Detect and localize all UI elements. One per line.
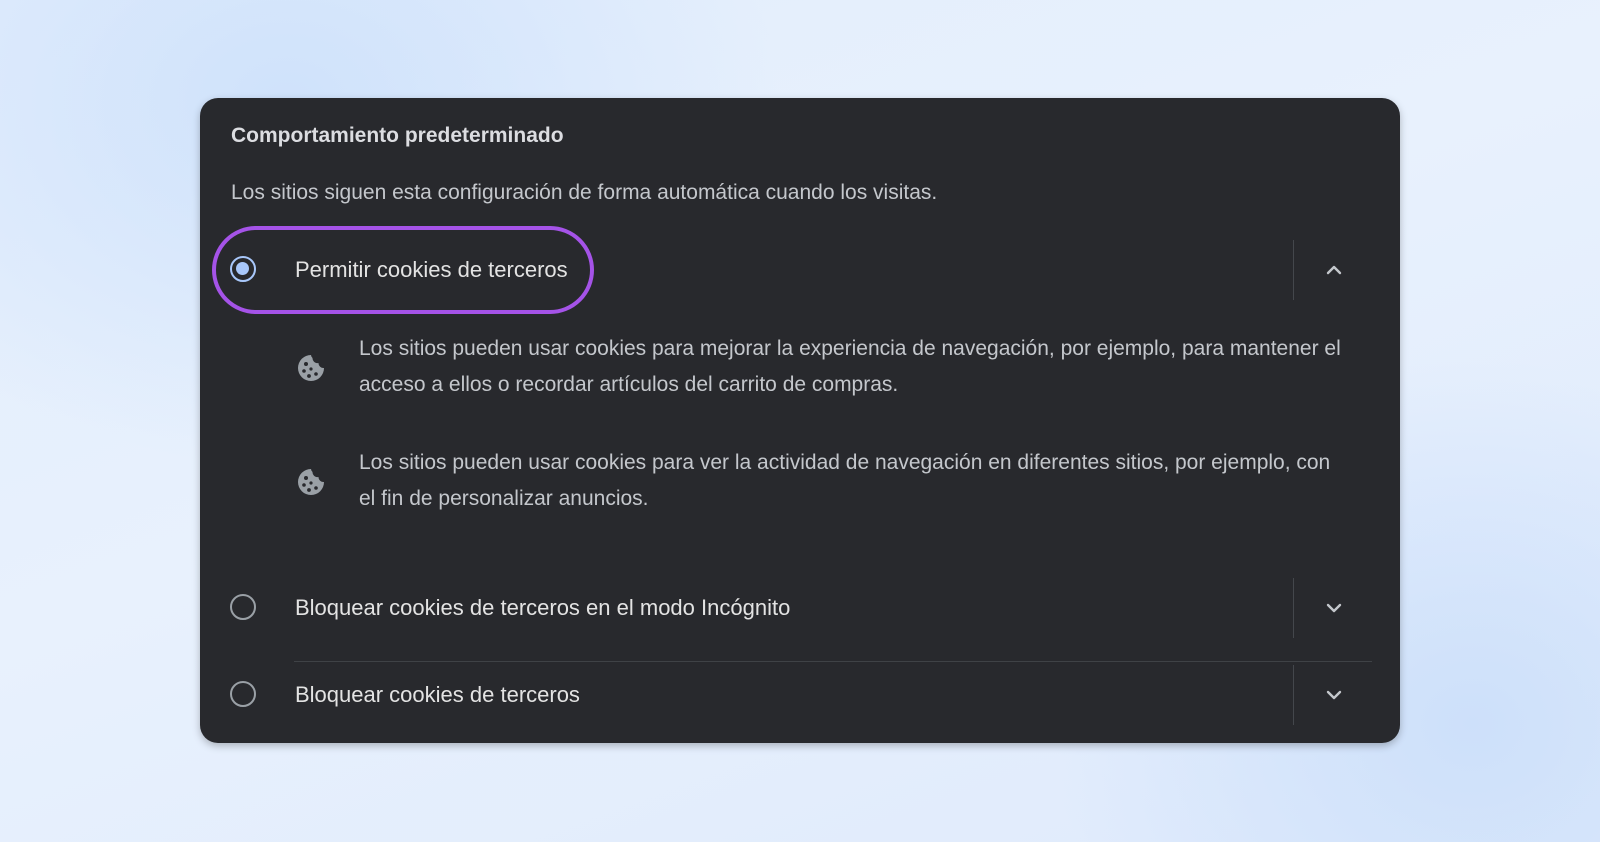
option-allow-third-party-cookies[interactable]: Permitir cookies de terceros [200, 234, 1400, 306]
option-label: Bloquear cookies de terceros en el modo … [295, 595, 791, 620]
vertical-divider [1293, 240, 1294, 300]
radio-allow-third-party-cookies[interactable] [230, 256, 256, 282]
section-description: Los sitios siguen esta configuración de … [231, 181, 938, 204]
detail-text: Los sitios pueden usar cookies para mejo… [359, 337, 1341, 396]
cookie-icon [298, 355, 324, 381]
chevron-down-icon[interactable] [1318, 592, 1350, 624]
chevron-down-icon[interactable] [1318, 679, 1350, 711]
cookie-settings-panel: Comportamiento predeterminado Los sitios… [200, 98, 1400, 743]
section-title: Comportamiento predeterminado [231, 124, 564, 147]
detail-text: Los sitios pueden usar cookies para ver … [359, 451, 1331, 510]
option-block-third-party-incognito[interactable]: Bloquear cookies de terceros en el modo … [200, 572, 1400, 644]
option-label: Bloquear cookies de terceros [295, 682, 580, 707]
chevron-up-icon[interactable] [1318, 254, 1350, 286]
cookie-icon [298, 469, 324, 495]
vertical-divider [1293, 665, 1294, 725]
option-block-third-party-cookies[interactable]: Bloquear cookies de terceros [200, 659, 1400, 731]
radio-block-third-party-incognito[interactable] [230, 594, 256, 620]
radio-block-third-party-cookies[interactable] [230, 681, 256, 707]
vertical-divider [1293, 578, 1294, 638]
option-label: Permitir cookies de terceros [295, 257, 568, 282]
